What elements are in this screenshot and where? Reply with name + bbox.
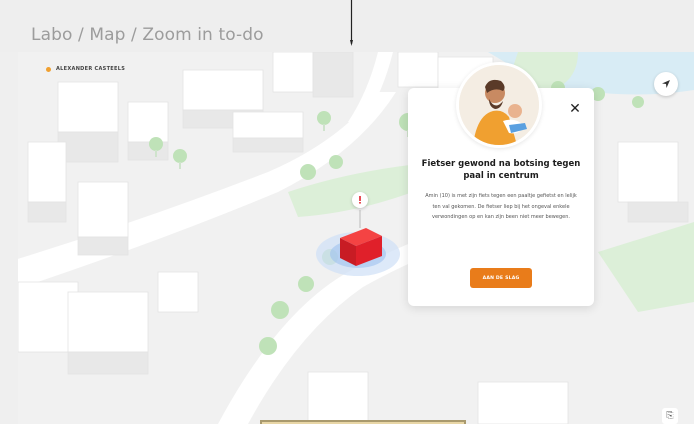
navigation-arrow-icon [662, 80, 670, 88]
person-illustration-icon [459, 65, 539, 145]
share-button[interactable]: ⎘ [662, 408, 678, 424]
incident-pin[interactable] [352, 192, 368, 208]
bottom-panel-tab[interactable] [260, 420, 466, 424]
locate-button[interactable] [654, 72, 678, 96]
brand-dot-icon [46, 66, 51, 72]
exclamation-icon [359, 196, 361, 204]
share-icon: ⎘ [666, 411, 674, 421]
incident-description: Amin (10) is met zijn fiets tegen een pa… [425, 193, 577, 220]
victim-avatar [456, 62, 542, 148]
close-button[interactable]: ✕ [568, 102, 582, 116]
app-window: Labo / Map / Zoom in to-do ALEXANDER CAS… [0, 0, 694, 424]
brand-name: ALEXANDER CASTEELS [56, 66, 126, 72]
incident-title: Fietser gewond na botsing tegen paal in … [421, 159, 581, 181]
brand-label: ALEXANDER CASTEELS [46, 66, 125, 72]
close-icon: ✕ [569, 101, 581, 117]
breadcrumb: Labo / Map / Zoom in to-do [31, 25, 264, 45]
header-bar: Labo / Map / Zoom in to-do [0, 0, 694, 52]
start-button[interactable]: AAN DE SLAG [470, 268, 532, 288]
arrow-down-icon [350, 0, 353, 46]
